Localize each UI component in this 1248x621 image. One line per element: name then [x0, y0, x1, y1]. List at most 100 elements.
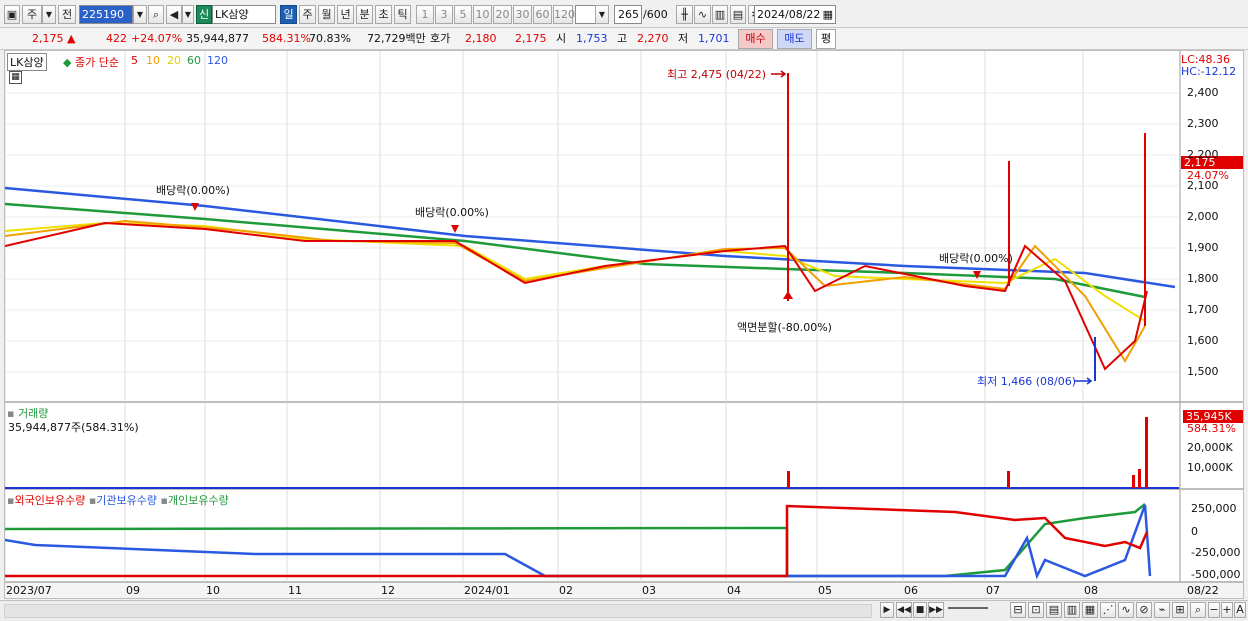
hold-axis-250000: 250,000: [1191, 502, 1237, 515]
period-dropdown-icon[interactable]: ▼: [42, 5, 56, 24]
period-tick-button[interactable]: 틱: [394, 5, 411, 24]
measure-icon[interactable]: ⌁: [1154, 602, 1170, 618]
scroll-right-icon[interactable]: ▶: [880, 602, 894, 618]
ma-10-legend: 10: [146, 54, 160, 67]
interval-5-button[interactable]: 5: [454, 5, 472, 24]
drawing-tool-1-icon[interactable]: ⊟: [1010, 602, 1026, 618]
ma-legend-marker-icon: ◆: [63, 56, 72, 69]
volume-bar: [1007, 471, 1010, 488]
ma-legend-title: ◆ 종가 단순: [63, 56, 119, 69]
drawing-tool-3-icon[interactable]: ▤: [1046, 602, 1062, 618]
x-axis-label: 02: [559, 584, 573, 597]
price-axis-label: 1,800: [1187, 272, 1219, 285]
price-axis-label: 1,600: [1187, 334, 1219, 347]
volume-value: 35,944,877: [186, 32, 249, 45]
stock-name-field[interactable]: LK삼양: [212, 5, 276, 24]
stock-code-input[interactable]: 225190: [79, 5, 133, 24]
horizontal-scrollbar[interactable]: [4, 604, 872, 618]
chart-navigation-bar: ▶ ◀◀ ■ ▶▶ ⊟ ⊡ ▤ ▥ ▦ ⋰ ∿ ⊘ ⌁ ⊞ ⌕ − + A: [0, 600, 1248, 621]
sell-button[interactable]: 매도: [777, 29, 812, 49]
overlay-icon[interactable]: ▥: [712, 5, 728, 24]
drawing-tool-5-icon[interactable]: ▦: [1082, 602, 1098, 618]
date-input[interactable]: 2024/08/22 ▦: [754, 5, 836, 24]
avg-button[interactable]: 평: [816, 29, 836, 49]
code-dropdown-icon[interactable]: ▼: [133, 5, 147, 24]
trendline-icon[interactable]: ∿: [1118, 602, 1134, 618]
data-count-total: /600: [643, 8, 668, 21]
interval-30-button[interactable]: 30: [513, 5, 532, 24]
price-axis-label: 2,300: [1187, 117, 1219, 130]
change-up-arrow-icon: ▲: [67, 32, 76, 45]
data-count-input[interactable]: 265: [614, 5, 642, 24]
volume-bar: [1132, 475, 1135, 488]
volume-bar: [1138, 469, 1141, 488]
zoom-search-icon[interactable]: ⌕: [1190, 602, 1206, 618]
x-axis: 2023/07 09 10 11 12 2024/01 02 03 04 05 06 07 08 08/…: [4, 582, 1244, 599]
low-price: 1,701: [698, 32, 730, 45]
x-axis-label: 06: [904, 584, 918, 597]
data-table-icon[interactable]: ▦: [9, 71, 22, 84]
stop-icon[interactable]: ■: [913, 602, 927, 618]
speaker-dropdown-icon[interactable]: ▼: [182, 5, 194, 24]
font-size-icon[interactable]: A: [1234, 602, 1246, 618]
zoom-slider[interactable]: [948, 607, 988, 614]
volume-chart[interactable]: [5, 403, 1245, 490]
zoom-in-icon[interactable]: +: [1221, 602, 1233, 618]
interval-dropdown-icon[interactable]: ▼: [595, 5, 609, 24]
indicator-icon[interactable]: ∿: [694, 5, 711, 24]
zoom-out-icon[interactable]: −: [1208, 602, 1220, 618]
inst-legend: 기관보유수량: [96, 494, 158, 507]
save-icon[interactable]: ▤: [730, 5, 746, 24]
volume-axis-10000k: 10,000K: [1187, 461, 1233, 474]
drawing-tool-2-icon[interactable]: ⊡: [1028, 602, 1044, 618]
interval-120-button[interactable]: 120: [553, 5, 575, 24]
chart-style-icon[interactable]: ⊞: [1172, 602, 1188, 618]
calendar-icon[interactable]: ▦: [823, 6, 833, 23]
fast-forward-icon[interactable]: ▶▶: [928, 602, 944, 618]
period-week-button[interactable]: 주: [299, 5, 316, 24]
dividend-annotation-3: 배당락(0.00%): [939, 252, 1013, 265]
period-second-button[interactable]: 초: [375, 5, 392, 24]
turnover-rate: 70.83%: [309, 32, 351, 45]
search-icon[interactable]: ⌕: [148, 5, 164, 24]
price-chart[interactable]: [5, 51, 1245, 403]
period-minute-button[interactable]: 분: [356, 5, 373, 24]
price-chart-panel[interactable]: LK삼양 ◆ 종가 단순 5 10 20 60 120 ▦ LC:48.36 H…: [4, 50, 1245, 403]
period-month-button[interactable]: 월: [318, 5, 335, 24]
buy-button[interactable]: 매수: [738, 29, 773, 49]
quote-bar: 2,175 ▲ 422 +24.07% 35,944,877 584.31% 7…: [0, 28, 1248, 50]
rewind-icon[interactable]: ◀◀: [896, 602, 912, 618]
speaker-icon[interactable]: ◀: [166, 5, 182, 24]
sin-badge: 신: [196, 5, 212, 24]
window-icon[interactable]: ▣: [4, 5, 20, 24]
ask-price: 2,180: [465, 32, 497, 45]
ma-120-line: [5, 186, 1176, 289]
hoga-label: 호가: [430, 32, 451, 45]
hold-axis-neg500000: -500,000: [1191, 568, 1241, 581]
volume-bar: [1145, 417, 1148, 488]
interval-60-button[interactable]: 60: [533, 5, 552, 24]
volume-bar: [787, 471, 790, 488]
period-day-button[interactable]: 일: [280, 5, 297, 24]
interval-20-button[interactable]: 20: [493, 5, 512, 24]
interval-3-button[interactable]: 3: [435, 5, 453, 24]
volume-readout: 35,944,877주(584.31%): [8, 421, 139, 434]
x-axis-end-label: 08/22: [1187, 584, 1219, 597]
interval-1-button[interactable]: 1: [416, 5, 434, 24]
foreign-legend: 외국인보유수량: [14, 494, 86, 507]
fib-icon[interactable]: ⊘: [1136, 602, 1152, 618]
period-year-button[interactable]: 년: [337, 5, 354, 24]
prev-button[interactable]: 전: [58, 5, 76, 24]
ma-10-line: [5, 219, 1146, 363]
candle-type-icon[interactable]: ╫: [676, 5, 693, 24]
volume-panel[interactable]: ▪ 거래량 35,944,877주(584.31%) 35,945K 584.3…: [4, 402, 1245, 490]
holdings-panel[interactable]: ▪외국인보유수량 ▪기관보유수량 ▪개인보유수량 250,000 0 -250,…: [4, 489, 1244, 583]
period-select[interactable]: 주: [22, 5, 42, 24]
dividend-annotation-2: 배당락(0.00%): [415, 206, 489, 219]
dividend-annotation-1: 배당락(0.00%): [156, 184, 230, 197]
interval-10-button[interactable]: 10: [473, 5, 492, 24]
drawing-tool-4-icon[interactable]: ▥: [1064, 602, 1080, 618]
drawing-tool-6-icon[interactable]: ⋰: [1100, 602, 1116, 618]
holdings-legend: ▪외국인보유수량 ▪기관보유수량 ▪개인보유수량: [7, 492, 229, 508]
high-label: 고: [617, 32, 628, 45]
